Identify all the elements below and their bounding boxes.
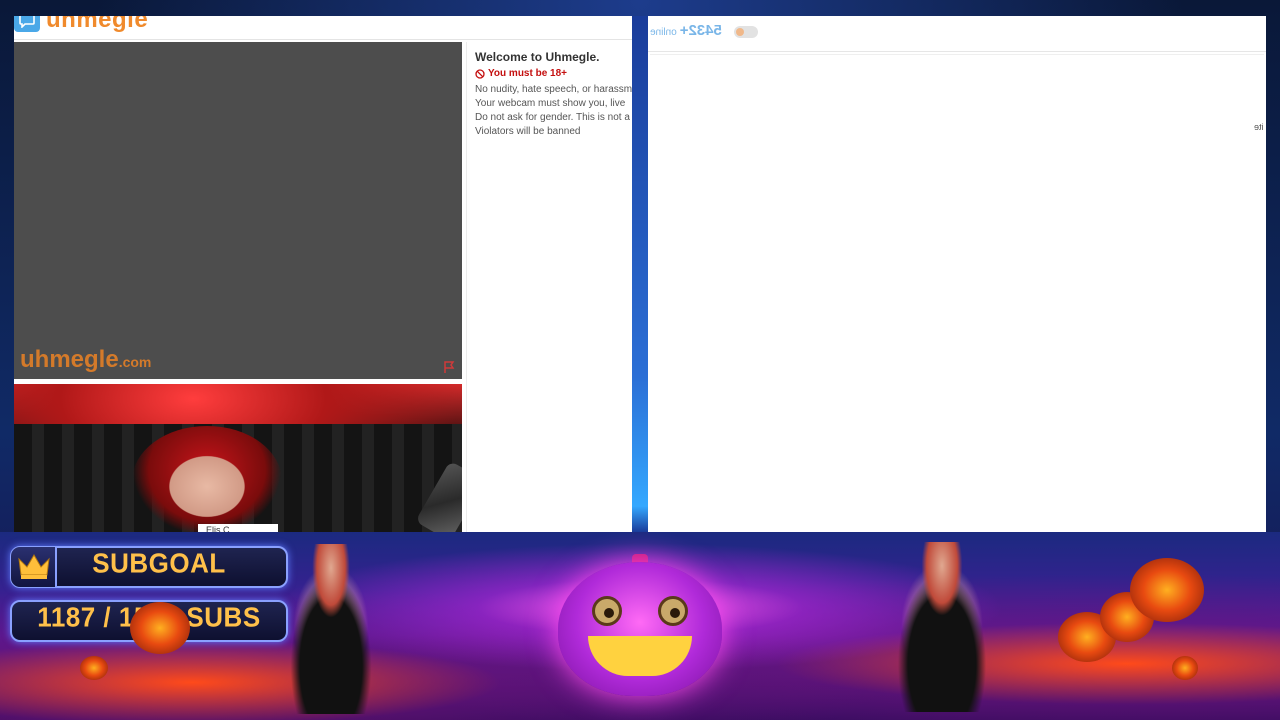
- online-label: online: [650, 27, 677, 38]
- pupil: [604, 608, 614, 618]
- jack-o-lantern: [130, 602, 190, 654]
- welcome-title: Welcome to Uhmegle.: [475, 50, 600, 64]
- pumpkin-eye-right: [658, 596, 688, 626]
- jack-o-lantern: [1172, 656, 1198, 680]
- edge-text: ite: [1254, 122, 1264, 132]
- pumpkin-mouth: [588, 636, 692, 676]
- online-counter: 5432+ online: [650, 22, 722, 39]
- window-divider: [632, 16, 648, 532]
- toggle-switch[interactable]: [734, 26, 758, 38]
- chat-panel: Welcome to Uhmegle. You must be 18+ No n…: [466, 42, 632, 532]
- uhmegle-video-window: uhmegle uhmegle.com Elis C Welcome to Uh…: [14, 16, 632, 532]
- online-number: 5432+: [679, 22, 722, 39]
- rule-line: No nudity, hate speech, or harassment: [475, 84, 632, 95]
- self-name-tag: Elis C: [198, 524, 278, 532]
- rule-line: Do not ask for gender. This is not a d: [475, 112, 632, 123]
- rule-line: Your webcam must show you, live: [475, 98, 626, 109]
- chat-bubble-icon[interactable]: [14, 16, 40, 32]
- rule-line: Violators will be banned: [475, 126, 581, 137]
- age-requirement: You must be 18+: [475, 68, 567, 79]
- site-logo[interactable]: uhmegle: [46, 16, 148, 34]
- no-under-18-icon: [475, 68, 485, 79]
- stranger-video-feed: uhmegle.com: [14, 42, 462, 379]
- streamer-cutout-right: [882, 542, 1002, 712]
- streamer-face: [132, 426, 282, 532]
- toggle-knob: [736, 28, 744, 36]
- subgoal-label: SUBGOAL: [92, 546, 226, 579]
- site-header: uhmegle: [14, 16, 632, 40]
- jack-o-lantern: [1130, 558, 1204, 622]
- halloween-overlay: SUBGOAL 1187 / 1500 SUBS: [0, 532, 1280, 720]
- pupil: [670, 608, 680, 618]
- subgoal-title-box: SUBGOAL: [10, 546, 288, 588]
- watermark-suffix: .com: [118, 354, 152, 370]
- jack-o-lantern: [80, 656, 108, 680]
- streamer-cutout-left: [276, 544, 386, 714]
- self-webcam-feed: Elis C: [14, 384, 462, 532]
- central-pumpkin: [558, 562, 722, 696]
- age-notice-text: You must be 18+: [488, 68, 568, 79]
- online-bar: 5432+ online: [648, 16, 1266, 52]
- chat-area: [650, 54, 1264, 532]
- pumpkin-eye-left: [592, 596, 622, 626]
- report-flag-icon[interactable]: [442, 360, 456, 379]
- video-watermark: uhmegle.com: [20, 346, 151, 374]
- mirrored-chat-window: 5432+ online ite: [648, 16, 1266, 532]
- watermark-main: uhmegle: [20, 346, 119, 373]
